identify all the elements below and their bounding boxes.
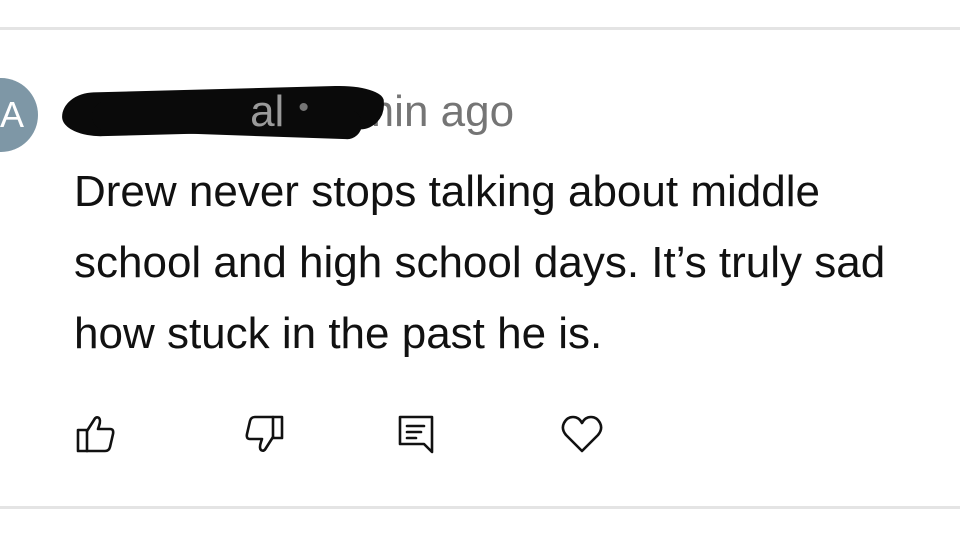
favorite-button[interactable] — [560, 412, 604, 456]
reply-icon — [398, 415, 434, 454]
thumbs-up-icon — [76, 416, 115, 453]
like-button[interactable] — [74, 412, 118, 456]
author-name-tail: al — [250, 87, 285, 136]
heart-icon — [561, 415, 603, 453]
avatar-letter: A — [0, 94, 25, 135]
reply-button[interactable] — [394, 412, 438, 456]
comment-meta: Ashley Nal al • 4 min ago — [61, 84, 514, 140]
author-name[interactable]: Ashley Nal al — [61, 84, 385, 140]
meta-separator: • — [298, 91, 309, 124]
avatar[interactable]: A — [0, 78, 38, 152]
dislike-button[interactable] — [242, 412, 286, 456]
top-divider — [0, 27, 960, 30]
thumbs-down-icon — [245, 415, 284, 452]
comment-text: Drew never stops talking about middle sc… — [74, 167, 886, 358]
bottom-divider — [0, 506, 960, 509]
comment-card: A Ashley Nal al • 4 min ago Drew never s… — [0, 0, 960, 540]
action-bar — [0, 412, 960, 460]
